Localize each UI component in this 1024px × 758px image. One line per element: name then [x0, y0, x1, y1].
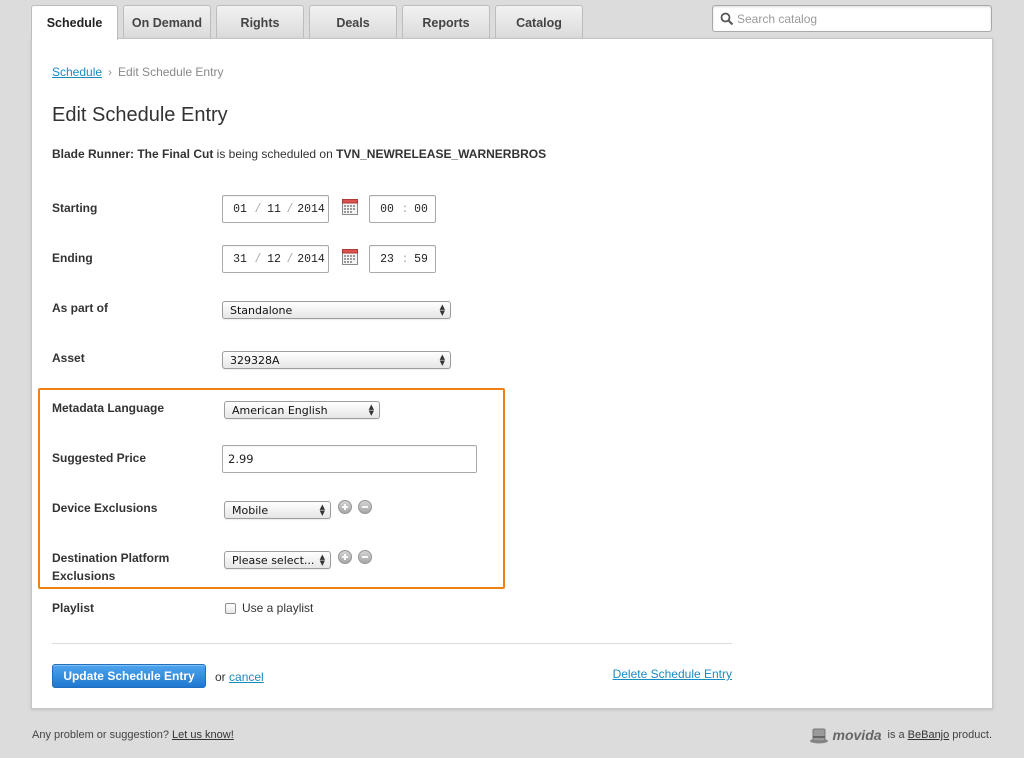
breadcrumb-separator: ›	[108, 65, 113, 79]
add-destination-platform-exclusion-button[interactable]	[338, 550, 352, 564]
subtitle-middle: is being scheduled on	[213, 147, 337, 161]
use-playlist-label[interactable]: Use a playlist	[242, 601, 313, 615]
footer-is-a: is a	[887, 729, 905, 741]
starting-minute[interactable]: 00	[410, 203, 432, 216]
update-schedule-entry-button[interactable]: Update Schedule Entry	[52, 664, 206, 688]
select-arrows-icon: ▲ ▼	[439, 303, 445, 317]
footer-question: Any problem or suggestion?	[32, 729, 169, 741]
add-device-exclusion-button[interactable]	[338, 500, 352, 514]
starting-month[interactable]: 11	[263, 203, 285, 216]
tab-on-demand[interactable]: On Demand	[123, 5, 211, 39]
starting-date-field[interactable]: 01 / 11 / 2014	[222, 195, 329, 223]
movida-hat-icon	[809, 728, 828, 744]
footer-feedback: Any problem or suggestion? Let us know!	[32, 729, 234, 741]
delete-schedule-entry-link[interactable]: Delete Schedule Entry	[613, 667, 732, 681]
tab-schedule[interactable]: Schedule	[31, 5, 118, 40]
tab-reports[interactable]: Reports	[402, 5, 490, 39]
tab-catalog[interactable]: Catalog	[495, 5, 583, 39]
ending-time-field[interactable]: 23 : 59	[369, 245, 436, 273]
footer-product: product.	[952, 729, 992, 741]
suggested-price-label: Suggested Price	[52, 451, 147, 465]
destination-platform-label-line2: Exclusions	[52, 569, 116, 583]
select-arrows-icon: ▲ ▼	[439, 353, 445, 367]
ending-year[interactable]: 2014	[295, 253, 327, 266]
destination-platform-exclusions-select[interactable]: Please select... ▲ ▼	[224, 551, 331, 569]
or-cancel-text: or cancel	[215, 670, 264, 684]
page-title: Edit Schedule Entry	[52, 104, 228, 126]
playlist-label: Playlist	[52, 601, 95, 615]
subtitle-platform: TVN_NEWRELEASE_WARNERBROS	[336, 147, 547, 161]
device-exclusions-label: Device Exclusions	[52, 501, 158, 515]
remove-destination-platform-exclusion-button[interactable]	[358, 550, 372, 564]
starting-time-field[interactable]: 00 : 00	[369, 195, 436, 223]
breadcrumb: Schedule › Edit Schedule Entry	[52, 65, 223, 79]
metadata-language-value: American English	[232, 403, 328, 417]
destination-platform-exclusions-value: Please select...	[232, 553, 315, 567]
starting-day[interactable]: 01	[227, 203, 253, 216]
date-separator: /	[286, 252, 294, 266]
plus-icon	[342, 504, 348, 510]
form-divider	[52, 643, 732, 644]
tab-deals[interactable]: Deals	[309, 5, 397, 39]
date-separator: /	[286, 202, 294, 216]
select-arrows-icon: ▲ ▼	[319, 503, 325, 517]
cancel-link[interactable]: cancel	[229, 670, 264, 684]
ending-minute[interactable]: 59	[410, 253, 432, 266]
date-separator: /	[254, 252, 262, 266]
ending-day[interactable]: 31	[227, 253, 253, 266]
as-part-of-value: Standalone	[230, 303, 293, 317]
tab-rights[interactable]: Rights	[216, 5, 304, 39]
destination-platform-label-line1: Destination Platform	[52, 551, 170, 565]
device-exclusions-value: Mobile	[232, 503, 269, 517]
select-arrows-icon: ▲ ▼	[368, 403, 374, 417]
breadcrumb-schedule-link[interactable]: Schedule	[52, 65, 102, 79]
asset-label: Asset	[52, 351, 85, 365]
schedule-subtitle: Blade Runner: The Final Cut is being sch…	[52, 147, 546, 161]
date-separator: /	[254, 202, 262, 216]
starting-hour[interactable]: 00	[374, 203, 400, 216]
search-box	[712, 5, 992, 32]
calendar-icon[interactable]	[342, 199, 358, 215]
breadcrumb-current: Edit Schedule Entry	[118, 65, 224, 79]
starting-label: Starting	[52, 201, 98, 215]
subtitle-title: Blade Runner: The Final Cut	[52, 147, 214, 161]
search-icon	[720, 12, 734, 26]
footer-brand: movida is a BeBanjo product.	[809, 726, 992, 744]
asset-select[interactable]: 329328A ▲ ▼	[222, 351, 451, 369]
ending-label: Ending	[52, 251, 93, 265]
asset-value: 329328A	[230, 353, 280, 367]
destination-platform-exclusions-label: Destination Platform Exclusions	[52, 549, 169, 585]
select-arrows-icon: ▲ ▼	[319, 553, 325, 567]
ending-hour[interactable]: 23	[374, 253, 400, 266]
calendar-icon[interactable]	[342, 249, 358, 265]
plus-icon	[342, 554, 348, 560]
movida-logo: movida	[832, 727, 882, 743]
ending-month[interactable]: 12	[263, 253, 285, 266]
as-part-of-select[interactable]: Standalone ▲ ▼	[222, 301, 451, 319]
remove-device-exclusion-button[interactable]	[358, 500, 372, 514]
ending-date-field[interactable]: 31 / 12 / 2014	[222, 245, 329, 273]
time-separator: :	[401, 252, 409, 266]
minus-icon	[362, 556, 368, 558]
device-exclusions-select[interactable]: Mobile ▲ ▼	[224, 501, 331, 519]
as-part-of-label: As part of	[52, 301, 109, 315]
or-label: or	[215, 670, 226, 684]
use-playlist-checkbox[interactable]	[225, 603, 236, 614]
time-separator: :	[401, 202, 409, 216]
let-us-know-link[interactable]: Let us know!	[172, 729, 234, 741]
starting-year[interactable]: 2014	[295, 203, 327, 216]
metadata-language-label: Metadata Language	[52, 401, 165, 415]
search-input[interactable]	[737, 9, 985, 28]
metadata-language-select[interactable]: American English ▲ ▼	[224, 401, 380, 419]
main-panel: Schedule › Edit Schedule Entry Edit Schedu…	[31, 38, 993, 709]
bebanjo-link[interactable]: BeBanjo	[908, 729, 950, 741]
minus-icon	[362, 506, 368, 508]
suggested-price-input[interactable]: 2.99	[222, 445, 477, 473]
